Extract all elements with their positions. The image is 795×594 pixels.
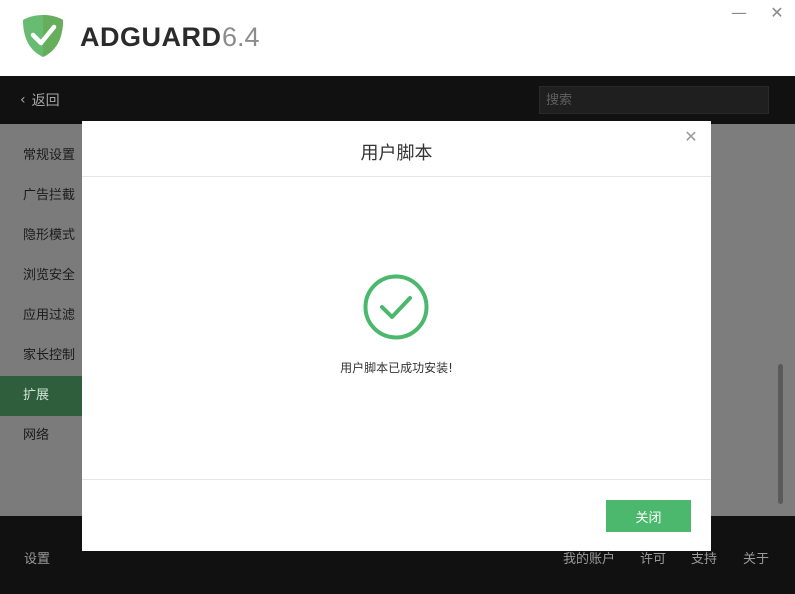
success-message: 用户脚本已成功安装!	[340, 361, 453, 375]
back-label: 返回	[31, 93, 60, 109]
sidebar-item-ad-blocker[interactable]: 广告拦截	[0, 176, 82, 216]
modal-footer: 关闭	[82, 479, 711, 551]
modal-title: 用户脚本	[360, 143, 433, 164]
title-bar: ADGUARD 6.4 — ✕	[0, 0, 795, 76]
check-circle-icon	[363, 274, 429, 340]
sidebar-item-browsing-security[interactable]: 浏览安全	[0, 256, 82, 296]
sidebar-item-app-filtering[interactable]: 应用过滤	[0, 296, 82, 336]
back-button[interactable]: ‹ 返回	[20, 90, 60, 110]
minimize-button[interactable]: —	[726, 0, 752, 24]
userscript-modal: 用户脚本 ✕ 用户脚本已成功安装! 关闭	[82, 121, 711, 551]
sidebar-item-network[interactable]: 网络	[0, 416, 82, 456]
top-nav-bar: ‹ 返回	[0, 76, 795, 124]
sidebar-item-extensions[interactable]: 扩展	[0, 376, 82, 416]
modal-close-icon[interactable]: ✕	[682, 128, 700, 146]
sidebar: 常规设置 广告拦截 隐形模式 浏览安全 应用过滤 家长控制 扩展 网络	[0, 124, 82, 516]
app-name: ADGUARD	[80, 22, 222, 52]
sidebar-item-stealth-mode[interactable]: 隐形模式	[0, 216, 82, 256]
main-scrollbar[interactable]	[778, 364, 783, 504]
close-button[interactable]: 关闭	[606, 500, 691, 532]
settings-link[interactable]: 设置	[24, 548, 50, 567]
modal-body: 用户脚本已成功安装!	[82, 177, 711, 479]
search-input[interactable]	[539, 86, 769, 114]
modal-header: 用户脚本 ✕	[82, 121, 711, 177]
window-close-button[interactable]: ✕	[764, 0, 790, 24]
sidebar-item-general[interactable]: 常规设置	[0, 136, 82, 176]
adguard-logo-icon	[23, 15, 63, 57]
chevron-left-icon: ‹	[20, 92, 26, 108]
sidebar-item-parental-control[interactable]: 家长控制	[0, 336, 82, 376]
footer-link-about[interactable]: 关于	[743, 548, 769, 567]
app-version: 6.4	[222, 22, 260, 52]
